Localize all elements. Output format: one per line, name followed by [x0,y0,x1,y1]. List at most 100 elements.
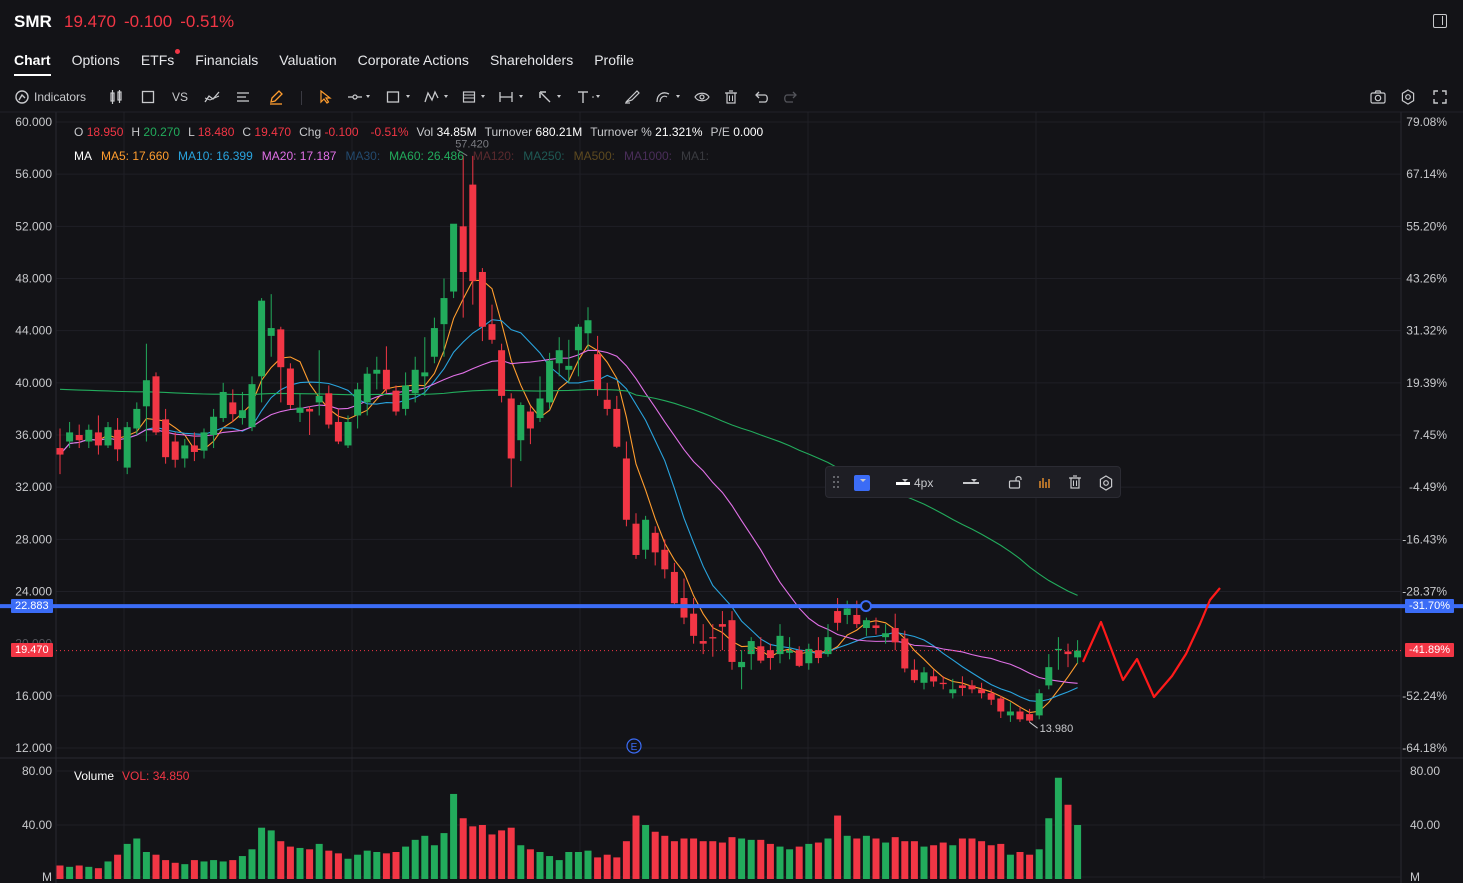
volume-bar [680,838,688,879]
candle-body [267,328,275,336]
ohlc-turnover-label: Turnover [484,125,533,139]
last-pct-tag: -41.89% [1405,643,1454,657]
candle-body [574,326,582,351]
volume-bar [363,850,371,879]
bars-icon [1039,478,1050,488]
candle-body [219,391,227,419]
candle-body [142,380,150,407]
volume-bar [325,850,333,879]
volume-bar [248,849,256,879]
candle-body [258,300,266,377]
volume-bar [910,841,918,879]
candle-body [1064,651,1072,655]
y-axis-right-label: 67.14% [1406,167,1447,181]
volume-bar [824,838,832,879]
volume-bar [1026,854,1034,879]
volume-bar [75,865,83,879]
line-style-picker[interactable] [963,475,979,491]
candle-body [66,432,74,442]
ohlc-high: H 20.270 [131,125,180,139]
line-color-picker[interactable] [854,475,870,491]
drag-handle-icon [833,476,839,488]
ma-legend-label[interactable]: MA [74,149,92,163]
volume-bar [267,830,275,879]
volume-bar [939,842,947,879]
volume-bar [853,838,861,879]
volume-bar [632,815,640,879]
candle-body [594,354,602,390]
y-axis-left-label: 52.000 [15,219,52,233]
volume-label[interactable]: Volume [74,769,114,783]
ohlc-change-value: -0.100 [324,125,359,139]
candle-body [430,328,438,357]
ma-legend: MA MA5: 17.660 MA10: 16.399 MA20: 17.187… [74,149,709,163]
candle-body [613,408,621,447]
volume-bar [1016,852,1024,879]
candle-body [958,685,966,689]
candle-body [690,613,698,636]
volume-bar [277,841,285,879]
volume-axis-right-label: M [1410,870,1420,883]
volume-bar [555,860,563,879]
volume-bar [574,852,582,879]
drawing-edit-toolbar: 4px [825,466,1121,498]
candle-body [728,620,736,662]
candle-body [920,672,928,683]
ohlc-turnover-pct-value: 21.321% [655,125,703,139]
candle-body [94,432,102,446]
candle-body [901,638,909,669]
candle-body [603,399,611,409]
volume-bar [978,841,986,879]
volume-bar [1054,777,1062,879]
ma250-value: MA250: [523,149,565,163]
volume-bar [709,841,717,879]
ohlc-turnover-pct-label: Turnover % [590,125,652,139]
volume-bar [594,857,602,879]
volume-legend: Volume VOL: 34.850 [74,769,189,783]
y-axis-left-label: 16.000 [15,689,52,703]
candle-body [1006,711,1014,716]
candle-body [296,407,304,413]
candle-body [440,298,448,325]
candle-body [75,435,83,441]
volume-bar [872,838,880,879]
candle-body [248,384,256,428]
candle-body [162,419,170,458]
volume-series [56,777,1082,879]
volume-bar [56,865,64,879]
volume-bar [334,853,342,879]
candle-body [181,445,189,459]
volume-bar [834,815,842,879]
candle-body [939,682,947,685]
chevron-down-icon [971,479,977,482]
volume-bar [1064,804,1072,879]
ma500-value: MA500: [573,149,615,163]
y-axis-right-label: 19.39% [1406,376,1447,390]
ohlc-turnover: Turnover 680.21M [485,125,583,139]
y-axis-right-label: -28.37% [1402,585,1447,599]
candle-body [104,427,112,446]
volume-bar [402,846,410,879]
volume-bar [498,830,506,879]
volume-bar [392,852,400,879]
ohlc-open-label: O [74,125,84,139]
volume-bar [738,838,746,879]
candle-body [699,641,707,644]
ohlc-high-value: 20.270 [143,125,181,139]
line-width-picker[interactable]: 4px [896,475,933,491]
ohlc-open: O 18.950 [74,125,123,139]
volume-bar [219,861,227,879]
y-axis-right-label: -52.24% [1402,689,1447,703]
candle-body [997,698,1005,712]
volume-bar [786,849,794,879]
candle-body [1074,650,1082,658]
ma10-value: MA10: 16.399 [178,149,253,163]
candle-body [200,432,208,451]
candle-body [882,633,890,638]
volume-bar [200,861,208,879]
volume-bar [94,868,102,879]
drawing-anchor-handle[interactable] [860,600,872,613]
candle-body [949,689,957,694]
candle-body [632,523,640,555]
ma1-value: MA1: [681,149,710,163]
